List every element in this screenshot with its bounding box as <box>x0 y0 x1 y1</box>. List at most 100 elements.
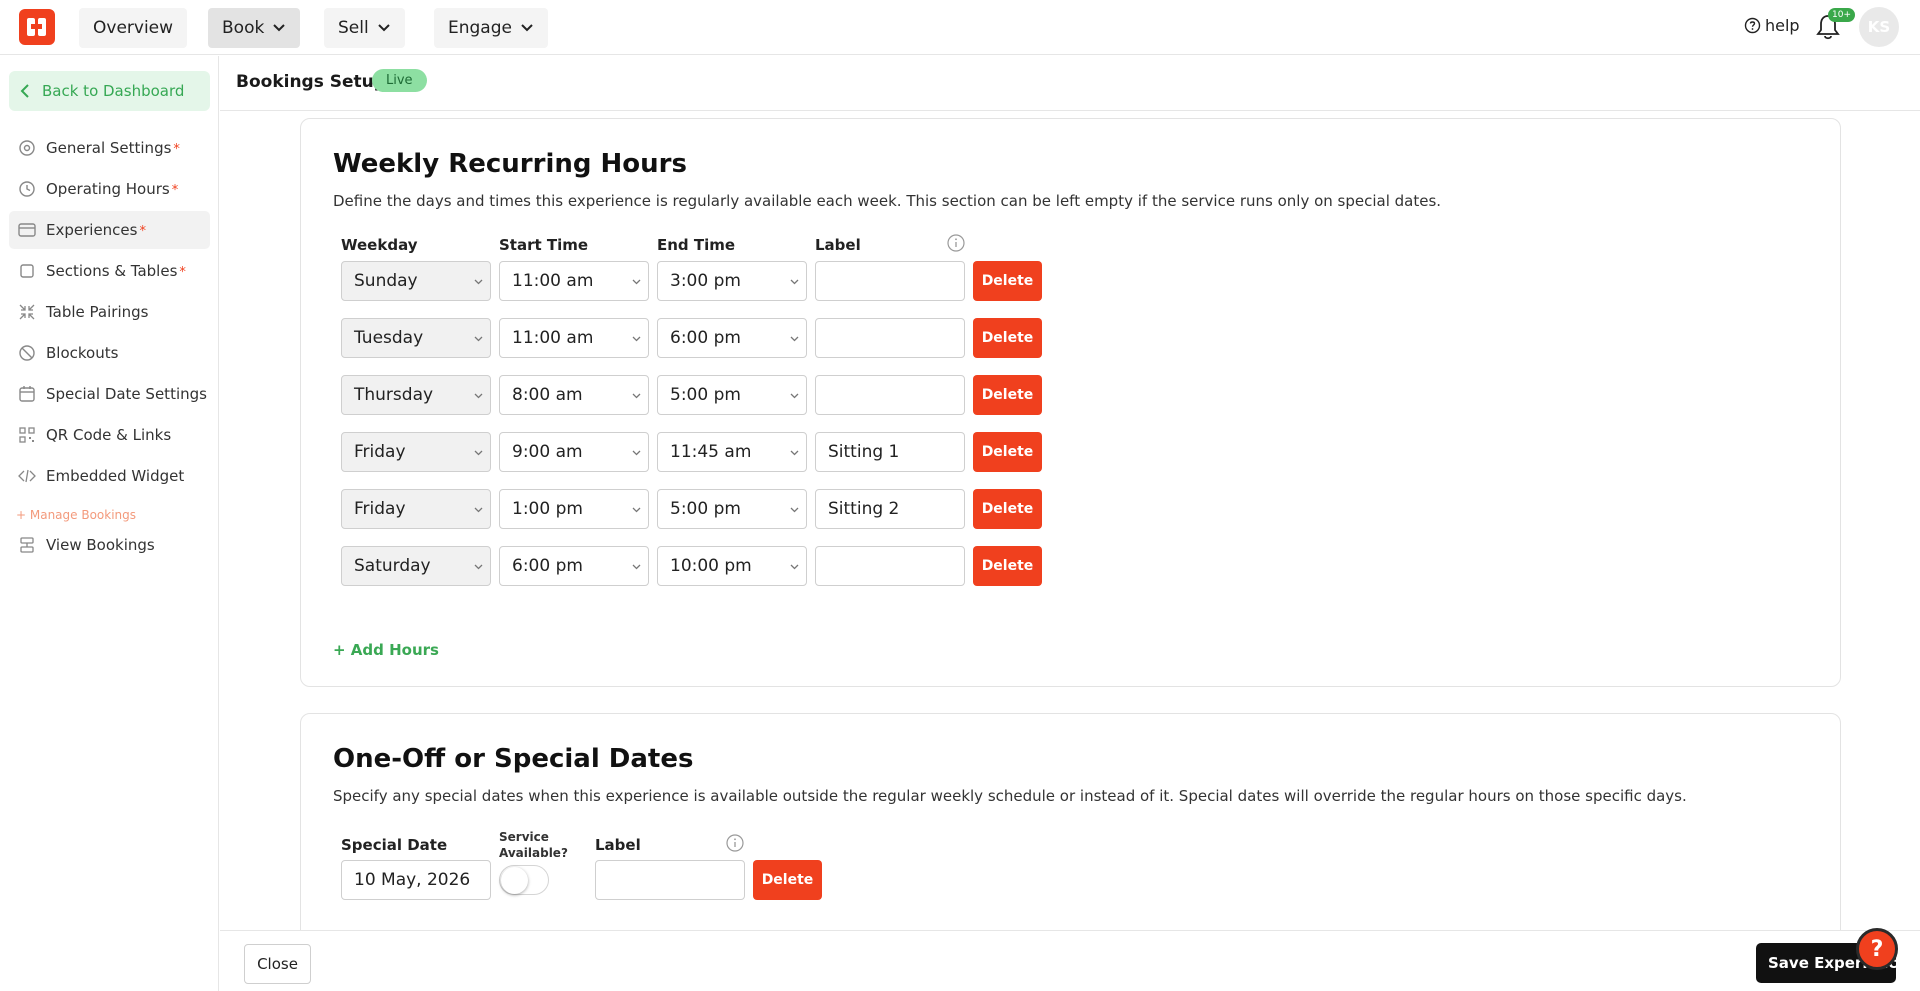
back-to-dashboard-label: Back to Dashboard <box>42 82 185 100</box>
sidebar-item-label: Blockouts <box>46 344 119 362</box>
help-label: help <box>1765 16 1800 35</box>
info-icon[interactable] <box>726 834 744 852</box>
calendar-icon <box>18 385 36 403</box>
select-caret-icon <box>474 393 483 399</box>
weekday-select[interactable]: Tuesday <box>341 318 491 358</box>
col-label: Label <box>815 236 861 254</box>
app-logo[interactable] <box>19 9 55 45</box>
end-time-select[interactable]: 3:00 pm <box>657 261 807 301</box>
start-time-value: 6:00 pm <box>512 556 583 576</box>
weekday-select[interactable]: Friday <box>341 432 491 472</box>
compress-icon <box>18 303 36 321</box>
col-end-time: End Time <box>657 236 736 254</box>
start-time-select[interactable]: 9:00 am <box>499 432 649 472</box>
label-input[interactable] <box>815 318 965 358</box>
weekday-select[interactable]: Friday <box>341 489 491 529</box>
delete-row-button[interactable]: Delete <box>973 546 1042 586</box>
chevron-left-icon <box>20 84 29 98</box>
end-time-select[interactable]: 5:00 pm <box>657 489 807 529</box>
code-icon <box>18 467 36 485</box>
weekday-select[interactable]: Sunday <box>341 261 491 301</box>
notification-badge: 10+ <box>1828 8 1855 22</box>
delete-row-button[interactable]: Delete <box>973 375 1042 415</box>
start-time-value: 9:00 am <box>512 442 583 462</box>
start-time-select[interactable]: 6:00 pm <box>499 546 649 586</box>
help-link[interactable]: help <box>1744 16 1800 35</box>
sidebar-item-experiences[interactable]: Experiences * <box>9 211 210 249</box>
sidebar-item-blockouts[interactable]: Blockouts <box>9 334 210 372</box>
required-marker: * <box>139 224 146 239</box>
special-label-input[interactable] <box>595 860 745 900</box>
select-caret-icon <box>632 393 641 399</box>
sidebar-item-operating-hours[interactable]: Operating Hours * <box>9 170 210 208</box>
back-to-dashboard-button[interactable]: Back to Dashboard <box>9 71 210 111</box>
sidebar-item-general-settings[interactable]: General Settings * <box>9 129 210 167</box>
sidebar-item-label: Embedded Widget <box>46 467 185 485</box>
label-input[interactable] <box>815 261 965 301</box>
avatar[interactable]: KS <box>1859 7 1899 47</box>
top-bar: Overview Book Sell Engage help 10+ KS <box>0 0 1920 55</box>
delete-row-button[interactable]: Delete <box>973 489 1042 529</box>
weekday-select[interactable]: Thursday <box>341 375 491 415</box>
add-hours-button[interactable]: + Add Hours <box>333 641 439 659</box>
weekly-hours-title: Weekly Recurring Hours <box>333 149 687 179</box>
sidebar-item-sections-tables[interactable]: Sections & Tables * <box>9 252 210 290</box>
sidebar-item-view-bookings[interactable]: View Bookings <box>9 526 210 564</box>
required-marker: * <box>173 142 180 157</box>
nav-book[interactable]: Book <box>208 8 301 48</box>
delete-row-button[interactable]: Delete <box>973 318 1042 358</box>
select-caret-icon <box>632 507 641 513</box>
start-time-select[interactable]: 11:00 am <box>499 318 649 358</box>
end-time-select[interactable]: 5:00 pm <box>657 375 807 415</box>
info-icon[interactable] <box>947 234 965 252</box>
start-time-select[interactable]: 8:00 am <box>499 375 649 415</box>
sidebar-item-qr-code-links[interactable]: QR Code & Links <box>9 416 210 454</box>
service-available-toggle[interactable] <box>499 865 549 895</box>
label-input[interactable]: Sitting 2 <box>815 489 965 529</box>
weekly-hours-description: Define the days and times this experienc… <box>333 192 1442 210</box>
end-time-select[interactable]: 11:45 am <box>657 432 807 472</box>
sidebar-item-embedded-widget[interactable]: Embedded Widget <box>9 457 210 495</box>
end-time-value: 10:00 pm <box>670 556 752 576</box>
label-input[interactable]: Sitting 1 <box>815 432 965 472</box>
nav-engage[interactable]: Engage <box>434 8 548 48</box>
start-time-select[interactable]: 11:00 am <box>499 261 649 301</box>
end-time-select[interactable]: 10:00 pm <box>657 546 807 586</box>
help-fab-button[interactable]: ? <box>1856 928 1898 970</box>
end-time-value: 11:45 am <box>670 442 752 462</box>
nav-overview[interactable]: Overview <box>79 8 188 48</box>
delete-special-date-button[interactable]: Delete <box>753 860 822 900</box>
sidebar-item-label: Experiences <box>46 221 138 239</box>
close-button[interactable]: Close <box>244 944 311 984</box>
special-date-input[interactable]: 10 May, 2026 <box>341 860 491 900</box>
sidebar-item-table-pairings[interactable]: Table Pairings <box>9 293 210 331</box>
weekday-value: Sunday <box>354 271 418 291</box>
col-service-available-line2: Available? <box>499 846 568 860</box>
weekday-value: Tuesday <box>354 328 424 348</box>
delete-row-button[interactable]: Delete <box>973 261 1042 301</box>
nav-sell[interactable]: Sell <box>324 8 405 48</box>
nav-sell-label: Sell <box>338 18 369 38</box>
toggle-knob <box>501 867 528 894</box>
end-time-select[interactable]: 6:00 pm <box>657 318 807 358</box>
qr-icon <box>18 426 36 444</box>
label-input[interactable] <box>815 375 965 415</box>
start-time-value: 1:00 pm <box>512 499 583 519</box>
select-caret-icon <box>474 450 483 456</box>
sidebar-item-label: Special Date Settings <box>46 385 207 403</box>
start-time-select[interactable]: 1:00 pm <box>499 489 649 529</box>
sidebar-item-special-date-settings[interactable]: Special Date Settings <box>9 375 210 413</box>
required-marker: * <box>179 265 186 280</box>
nav-book-label: Book <box>222 18 265 38</box>
label-input[interactable] <box>815 546 965 586</box>
delete-row-button[interactable]: Delete <box>973 432 1042 472</box>
square-icon <box>18 262 36 280</box>
weekday-select[interactable]: Saturday <box>341 546 491 586</box>
start-time-value: 11:00 am <box>512 271 594 291</box>
select-caret-icon <box>632 279 641 285</box>
select-caret-icon <box>474 507 483 513</box>
select-caret-icon <box>632 564 641 570</box>
select-caret-icon <box>790 507 799 513</box>
end-time-value: 5:00 pm <box>670 385 741 405</box>
weekday-value: Saturday <box>354 556 431 576</box>
